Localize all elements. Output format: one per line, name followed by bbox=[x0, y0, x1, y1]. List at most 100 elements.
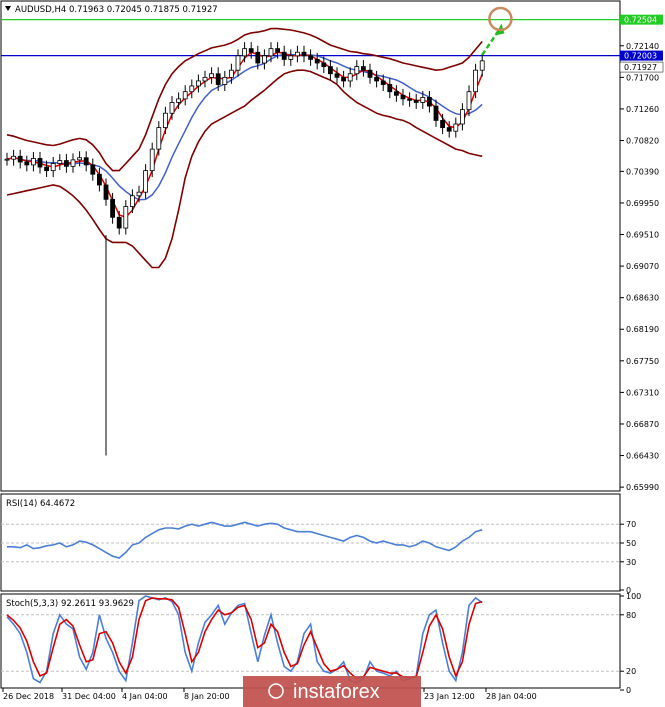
chart-root: 0.725000.721400.717000.712600.708200.703… bbox=[0, 0, 665, 707]
y-tick-label: 0.72140 bbox=[626, 42, 659, 51]
candle-body bbox=[64, 160, 69, 167]
candle-body bbox=[446, 127, 452, 132]
candle-body bbox=[261, 55, 267, 64]
candle-body bbox=[202, 76, 208, 82]
candle-body bbox=[341, 76, 347, 82]
candle-body bbox=[334, 73, 340, 78]
x-tick-label: 26 Dec 2018 bbox=[3, 692, 54, 701]
candle-body bbox=[4, 158, 10, 161]
candle-body bbox=[149, 148, 155, 172]
candle-body bbox=[162, 112, 168, 128]
y-tick-label: 0.66430 bbox=[626, 452, 659, 461]
candle-body bbox=[360, 66, 366, 71]
candle-body bbox=[374, 76, 380, 82]
y-tick-label: 0.68630 bbox=[626, 294, 659, 303]
candle-body bbox=[37, 158, 43, 168]
y-tick-label: 0.71260 bbox=[626, 105, 659, 114]
price-level-label: 0.72003 bbox=[624, 52, 657, 61]
candle-body bbox=[459, 109, 465, 125]
candle-body bbox=[123, 206, 129, 229]
x-tick-label: 31 Dec 04:00 bbox=[62, 692, 116, 701]
y-tick-label: 0.65990 bbox=[626, 483, 659, 492]
rsi-header: RSI(14) 64.4672 bbox=[6, 499, 75, 509]
price-axis: 0.725000.721400.717000.712600.708200.703… bbox=[620, 16, 659, 492]
candle-body bbox=[393, 91, 399, 96]
candle-body bbox=[17, 155, 23, 163]
candle-body bbox=[347, 73, 353, 82]
candle-body bbox=[235, 55, 241, 71]
y-tick-label: 0.70820 bbox=[626, 137, 659, 146]
candle-body bbox=[413, 99, 419, 103]
x-tick-label: 23 Jan 12:00 bbox=[424, 692, 475, 701]
candle-body bbox=[387, 84, 393, 93]
candle-body bbox=[327, 66, 333, 75]
candle-body bbox=[308, 55, 314, 60]
y-tick-label: 30 bbox=[626, 558, 636, 567]
y-tick-label: 0.70390 bbox=[626, 167, 659, 176]
candle-body bbox=[407, 98, 413, 101]
candle-body bbox=[90, 164, 96, 175]
price-pane-border bbox=[0, 0, 621, 492]
candle-body bbox=[294, 51, 300, 57]
candle-body bbox=[288, 55, 294, 60]
candle-body bbox=[50, 163, 56, 172]
y-tick-label: 0.69070 bbox=[626, 262, 659, 271]
candle-body bbox=[110, 198, 115, 218]
candle-body bbox=[314, 59, 320, 64]
candle-body bbox=[367, 69, 373, 78]
candle-body bbox=[156, 127, 162, 150]
y-tick-label: 70 bbox=[626, 520, 636, 529]
rsi-pane: 7050300 RSI(14) 64.4672 bbox=[0, 493, 636, 595]
candle-body bbox=[57, 160, 63, 164]
stochastic-header: Stoch(5,3,3) 92.2611 93.9629 bbox=[6, 599, 134, 609]
candle-body bbox=[143, 170, 149, 193]
candle-body bbox=[44, 166, 49, 172]
candle-body bbox=[466, 91, 472, 111]
candle-body bbox=[77, 157, 82, 161]
y-tick-label: 0 bbox=[626, 686, 631, 695]
stochastic-axis: 100 80 20 0 bbox=[620, 592, 641, 695]
y-tick-label: 0.71700 bbox=[626, 73, 659, 82]
price-header: AUDUSD,H4 0.71963 0.72045 0.71875 0.7192… bbox=[15, 5, 218, 15]
x-tick-label: 4 Jan 04:00 bbox=[122, 692, 168, 701]
x-tick-label: 8 Jan 20:00 bbox=[184, 692, 230, 701]
y-tick-label: 0.67750 bbox=[626, 357, 659, 366]
y-tick-label: 0.66870 bbox=[626, 420, 659, 429]
candle-body bbox=[400, 94, 406, 100]
current-price-label: 0.71927 bbox=[624, 63, 657, 72]
candle-body bbox=[228, 69, 234, 78]
y-tick-label: 20 bbox=[626, 667, 636, 676]
y-tick-label: 0.68190 bbox=[626, 325, 659, 334]
candle-body bbox=[453, 123, 459, 132]
candle-body bbox=[189, 85, 195, 93]
candle-body bbox=[354, 66, 360, 75]
watermark-text: instaforex bbox=[293, 681, 380, 703]
candle-body bbox=[116, 216, 122, 229]
candle-body bbox=[97, 173, 102, 186]
candle-body bbox=[473, 69, 479, 93]
y-tick-label: 50 bbox=[626, 539, 636, 548]
candle-body bbox=[11, 155, 17, 160]
candle-body bbox=[255, 51, 261, 64]
candle-body bbox=[479, 60, 485, 71]
candle-body bbox=[83, 157, 89, 166]
candle-body bbox=[70, 159, 76, 167]
candle-body bbox=[129, 195, 135, 207]
candle-body bbox=[321, 62, 327, 67]
candle-body bbox=[433, 105, 439, 121]
candle-body bbox=[176, 98, 182, 103]
y-tick-label: 80 bbox=[626, 611, 636, 620]
y-tick-label: 100 bbox=[626, 592, 641, 601]
candle-body bbox=[195, 80, 201, 87]
candle-body bbox=[248, 48, 254, 53]
candle-body bbox=[136, 191, 142, 197]
candle-body bbox=[380, 80, 386, 85]
candle-body bbox=[420, 97, 426, 103]
chart-svg: 0.725000.721400.717000.712600.708200.703… bbox=[0, 0, 664, 707]
candle-body bbox=[268, 48, 274, 57]
y-tick-label: 0.67310 bbox=[626, 388, 659, 397]
candle-body bbox=[440, 120, 446, 128]
candle-body bbox=[215, 73, 221, 85]
y-tick-label: 0.69950 bbox=[626, 199, 659, 208]
rsi-axis: 7050300 bbox=[620, 520, 636, 595]
